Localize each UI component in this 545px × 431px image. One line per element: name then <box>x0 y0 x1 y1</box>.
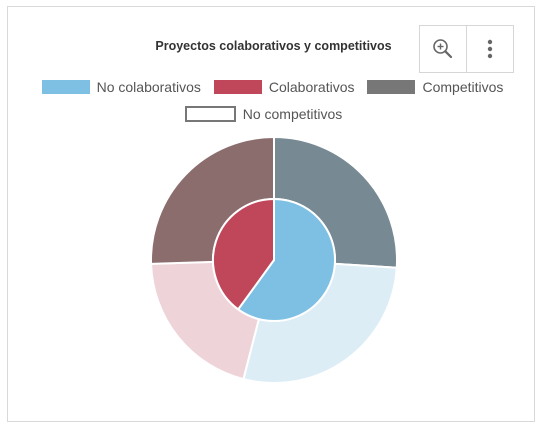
pie-chart <box>150 135 398 384</box>
